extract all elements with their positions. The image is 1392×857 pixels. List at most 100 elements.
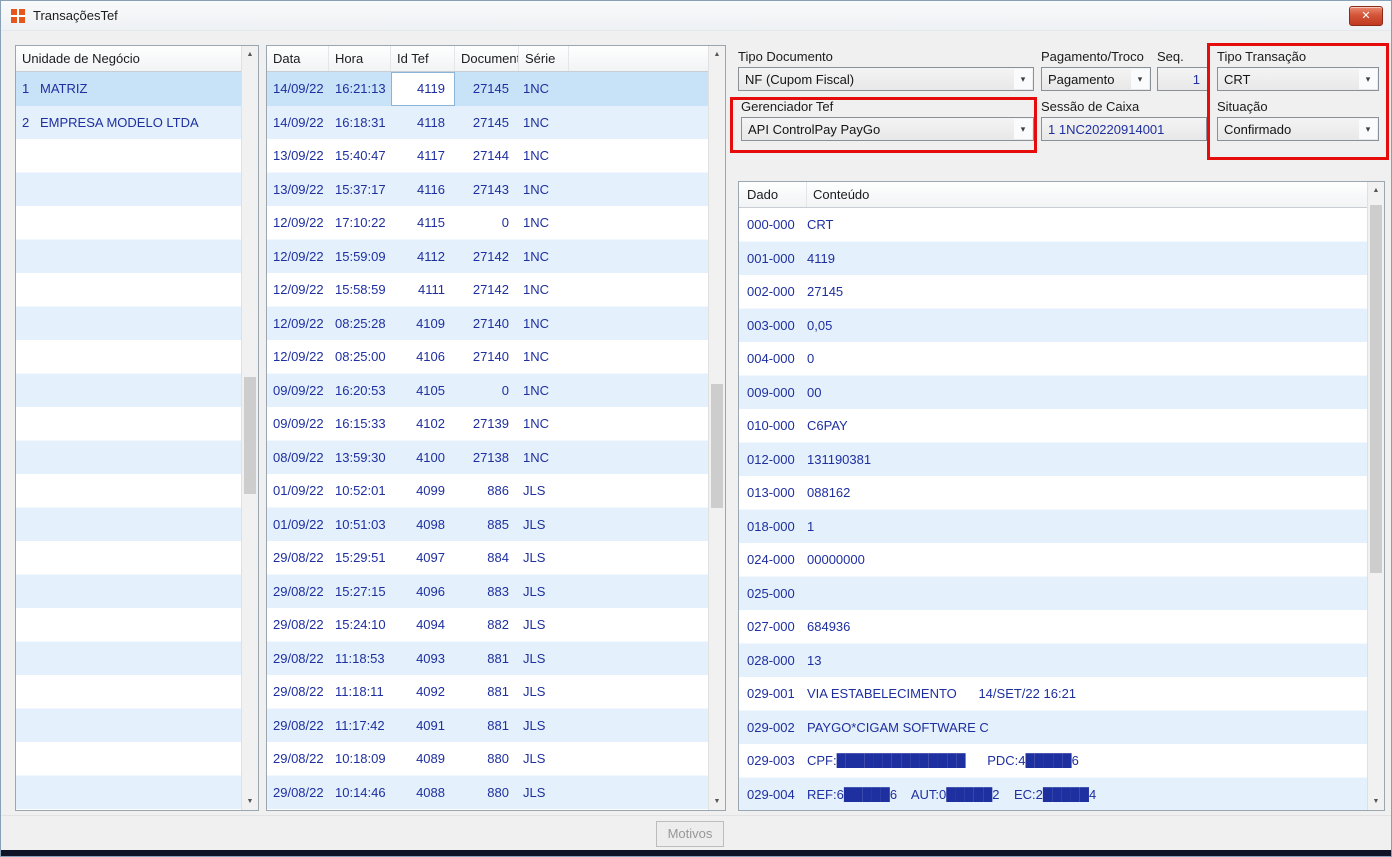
cell-dado: 025-000 bbox=[747, 585, 795, 601]
tipo-documento-select[interactable]: NF (Cupom Fiscal) ▾ bbox=[738, 67, 1034, 91]
detail-row[interactable]: 012-000 131190381 bbox=[739, 443, 1367, 477]
transaction-row[interactable]: 01/09/22 10:51:03 4098 885 JLS bbox=[267, 508, 708, 542]
chevron-down-icon[interactable]: ▾ bbox=[1359, 69, 1377, 89]
detail-row[interactable]: 004-000 0 bbox=[739, 342, 1367, 376]
cell-conteudo: CRT bbox=[807, 217, 834, 233]
cell-conteudo: VIA ESTABELECIMENTO 14/SET/22 16:21 bbox=[807, 686, 1077, 702]
transaction-row[interactable]: 29/08/22 15:27:15 4096 883 JLS bbox=[267, 575, 708, 609]
cell-data: 12/09/22 bbox=[273, 215, 324, 231]
column-header-conteudo: Conteúdo bbox=[813, 187, 870, 202]
detail-scrollbar[interactable]: ▲ ▼ bbox=[1367, 182, 1384, 810]
transaction-row[interactable]: 29/08/22 11:18:53 4093 881 JLS bbox=[267, 642, 708, 676]
cell-idtef: 4116 bbox=[417, 181, 445, 197]
sessao-caixa-field[interactable]: 1 1NC20220914001 bbox=[1041, 117, 1207, 141]
cell-serie: 1NC bbox=[523, 282, 550, 298]
cell-dado: 004-000 bbox=[747, 351, 795, 367]
app-icon bbox=[11, 8, 25, 23]
transaction-row[interactable]: 09/09/22 16:15:33 4102 27139 1NC bbox=[267, 407, 708, 441]
detail-row[interactable]: 029-002 PAYGO*CIGAM SOFTWARE C bbox=[739, 711, 1367, 745]
cell-hora: 16:20:53 bbox=[335, 382, 386, 398]
unidade-scroll-track[interactable] bbox=[242, 63, 258, 793]
transaction-row[interactable]: 14/09/22 16:18:31 4118 27145 1NC bbox=[267, 106, 708, 140]
cell-conteudo: 684936 bbox=[807, 619, 851, 635]
transaction-row[interactable]: 29/08/22 15:29:51 4097 884 JLS bbox=[267, 541, 708, 575]
chevron-down-icon[interactable]: ▾ bbox=[1131, 69, 1149, 89]
scroll-thumb[interactable] bbox=[1370, 204, 1382, 574]
chevron-down-icon[interactable]: ▾ bbox=[1014, 69, 1032, 89]
detail-row[interactable]: 028-000 13 bbox=[739, 644, 1367, 678]
detail-row[interactable]: 024-000 00000000 bbox=[739, 543, 1367, 577]
cell-serie: JLS bbox=[523, 784, 546, 800]
detail-row[interactable]: 013-000 088162 bbox=[739, 476, 1367, 510]
gerenciador-tef-label: Gerenciador Tef bbox=[741, 99, 834, 114]
scroll-up-icon[interactable]: ▲ bbox=[1368, 182, 1384, 199]
unidade-scrollbar[interactable]: ▲ ▼ bbox=[241, 46, 258, 810]
detail-row[interactable]: 018-000 1 bbox=[739, 510, 1367, 544]
transaction-row[interactable]: 09/09/22 16:20:53 4105 0 1NC bbox=[267, 374, 708, 408]
chevron-down-icon[interactable]: ▾ bbox=[1359, 119, 1377, 139]
scroll-down-icon[interactable]: ▼ bbox=[242, 793, 258, 810]
transaction-row[interactable]: 01/09/22 10:52:01 4099 886 JLS bbox=[267, 474, 708, 508]
detail-row[interactable]: 010-000 C6PAY bbox=[739, 409, 1367, 443]
transaction-row[interactable]: 29/08/22 10:14:46 4088 880 JLS bbox=[267, 776, 708, 810]
transaction-row[interactable]: 29/08/22 15:24:10 4094 882 JLS bbox=[267, 608, 708, 642]
unidade-row[interactable]: 1 MATRIZ bbox=[16, 72, 241, 106]
gerenciador-tef-select[interactable]: API ControlPay PayGo ▾ bbox=[741, 117, 1034, 141]
detail-row[interactable]: 029-003 CPF:██████████████ PDC:4█████6 bbox=[739, 744, 1367, 778]
scroll-down-icon[interactable]: ▼ bbox=[1368, 793, 1384, 810]
transaction-row[interactable]: 29/08/22 11:18:11 4092 881 JLS bbox=[267, 675, 708, 709]
transaction-row[interactable]: 29/08/22 11:17:42 4091 881 JLS bbox=[267, 709, 708, 743]
cell-documento: 27145 bbox=[472, 81, 509, 97]
detail-row[interactable]: 009-000 00 bbox=[739, 376, 1367, 410]
transaction-row[interactable]: 29/08/22 10:18:09 4089 880 JLS bbox=[267, 742, 708, 776]
tipo-transacao-select[interactable]: CRT ▾ bbox=[1217, 67, 1379, 91]
scroll-up-icon[interactable]: ▲ bbox=[709, 46, 725, 63]
transaction-row[interactable]: 13/09/22 15:37:17 4116 27143 1NC bbox=[267, 173, 708, 207]
cell-serie: 1NC bbox=[523, 416, 550, 432]
transactions-scroll-track[interactable] bbox=[709, 63, 725, 793]
detail-row[interactable]: 029-004 REF:6█████6 AUT:0█████2 EC:2████… bbox=[739, 778, 1367, 811]
detail-row[interactable]: 027-000 684936 bbox=[739, 610, 1367, 644]
close-button[interactable]: ✕ bbox=[1349, 6, 1383, 26]
cell-hora: 15:29:51 bbox=[335, 550, 386, 566]
cell-idtef: 4097 bbox=[416, 550, 445, 566]
cell-dado: 013-000 bbox=[747, 485, 795, 501]
scroll-thumb[interactable] bbox=[244, 376, 256, 494]
scroll-down-icon[interactable]: ▼ bbox=[709, 793, 725, 810]
chevron-down-icon[interactable]: ▾ bbox=[1014, 119, 1032, 139]
transaction-row[interactable]: 08/09/22 13:59:30 4100 27138 1NC bbox=[267, 441, 708, 475]
unidade-row[interactable]: 2 EMPRESA MODELO LTDA bbox=[16, 106, 241, 140]
detail-row[interactable]: 003-000 0,05 bbox=[739, 309, 1367, 343]
cell-idtef: 4115 bbox=[417, 215, 445, 231]
detail-row[interactable]: 001-000 4119 bbox=[739, 242, 1367, 276]
seq-field[interactable]: 1 bbox=[1157, 67, 1209, 91]
situacao-select[interactable]: Confirmado ▾ bbox=[1217, 117, 1379, 141]
cell-conteudo: 27145 bbox=[807, 284, 844, 300]
motivos-button[interactable]: Motivos bbox=[656, 821, 724, 847]
detail-row[interactable]: 029-001 VIA ESTABELECIMENTO 14/SET/22 16… bbox=[739, 677, 1367, 711]
transaction-row[interactable]: 13/09/22 15:40:47 4117 27144 1NC bbox=[267, 139, 708, 173]
detail-row[interactable]: 002-000 27145 bbox=[739, 275, 1367, 309]
cell-documento: 881 bbox=[487, 684, 509, 700]
scroll-thumb[interactable] bbox=[711, 384, 723, 509]
cell-serie: 1NC bbox=[523, 114, 550, 130]
transaction-row[interactable]: 12/09/22 17:10:22 4115 0 1NC bbox=[267, 206, 708, 240]
detail-row[interactable]: 025-000 bbox=[739, 577, 1367, 611]
cell-data: 29/08/22 bbox=[273, 650, 324, 666]
transactions-grid-header: Data Hora Id Tef Documento Série bbox=[267, 46, 708, 72]
column-header-idtef: Id Tef bbox=[391, 46, 455, 71]
transaction-row[interactable]: 12/09/22 08:25:00 4106 27140 1NC bbox=[267, 340, 708, 374]
pagamento-troco-value: Pagamento bbox=[1048, 71, 1115, 87]
transaction-row[interactable]: 12/09/22 15:58:59 4111 27142 1NC bbox=[267, 273, 708, 307]
cell-dado: 024-000 bbox=[747, 552, 795, 568]
detail-scroll-track[interactable] bbox=[1368, 199, 1384, 793]
titlebar[interactable]: TransaçõesTef ✕ bbox=[1, 1, 1391, 31]
transaction-row[interactable]: 12/09/22 15:59:09 4112 27142 1NC bbox=[267, 240, 708, 274]
detail-row[interactable]: 000-000 CRT bbox=[739, 208, 1367, 242]
scroll-up-icon[interactable]: ▲ bbox=[242, 46, 258, 63]
pagamento-troco-select[interactable]: Pagamento ▾ bbox=[1041, 67, 1151, 91]
cell-serie: 1NC bbox=[523, 81, 550, 97]
transaction-row[interactable]: 12/09/22 08:25:28 4109 27140 1NC bbox=[267, 307, 708, 341]
transaction-row[interactable]: 14/09/22 16:21:13 4119 27145 1NC bbox=[267, 72, 708, 106]
transactions-scrollbar[interactable]: ▲ ▼ bbox=[708, 46, 725, 810]
